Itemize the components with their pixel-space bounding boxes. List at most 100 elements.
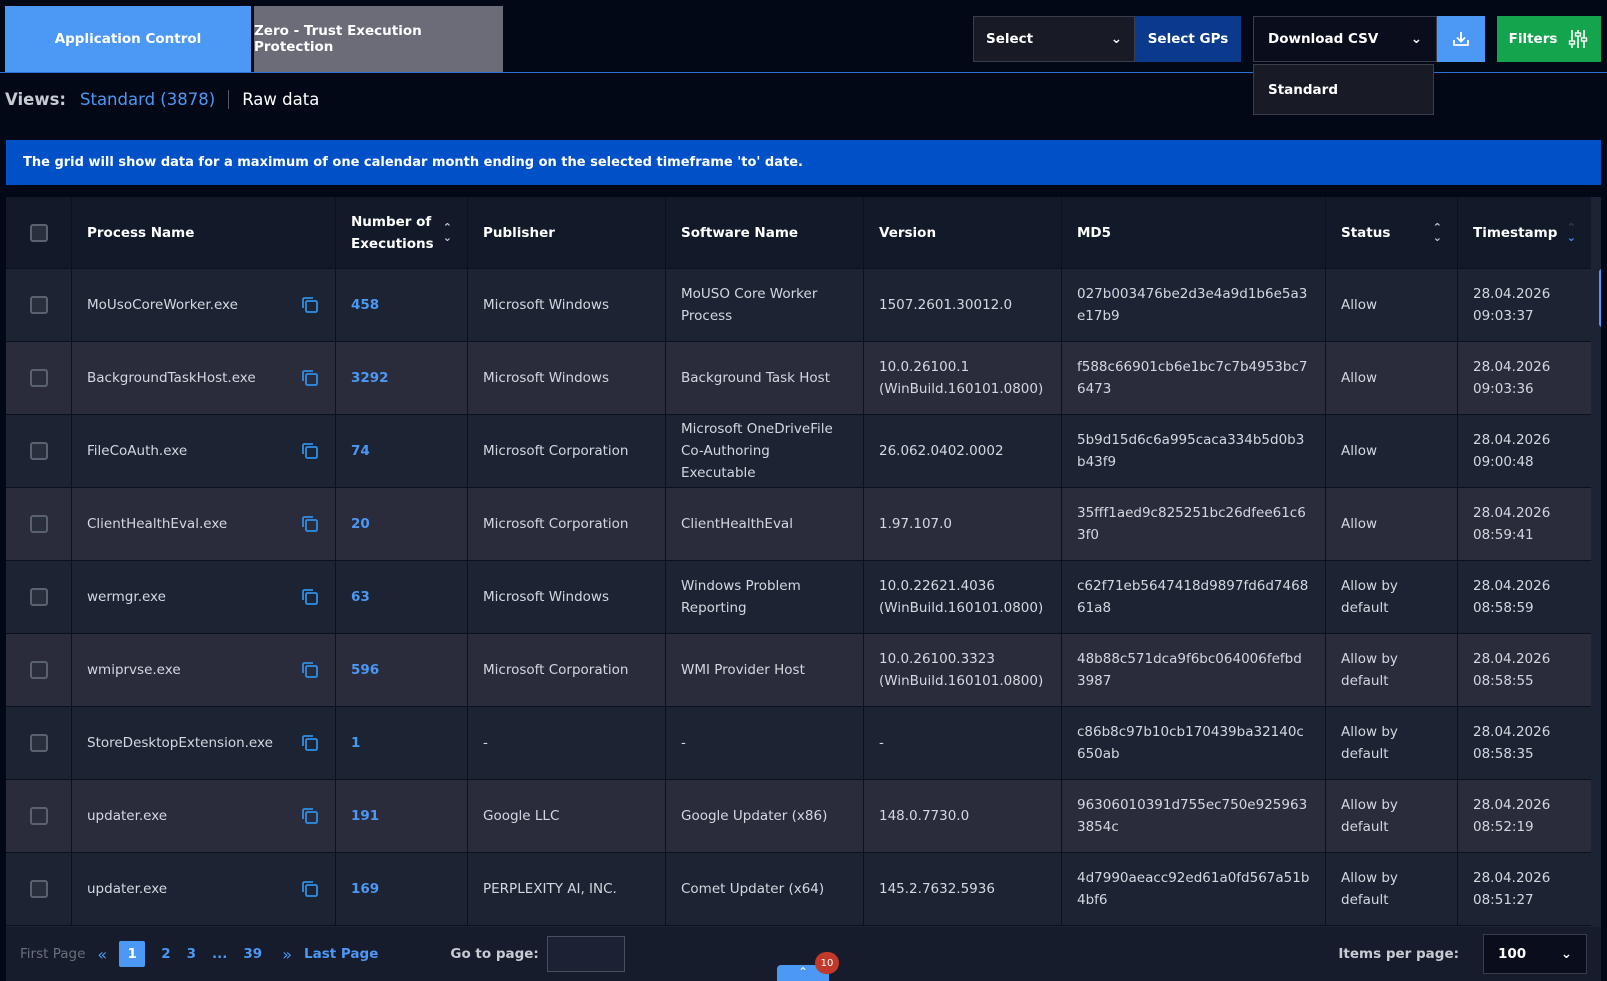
executions-link[interactable]: 191 bbox=[351, 805, 379, 827]
software-name-cell: - bbox=[666, 707, 864, 779]
table-row[interactable]: updater.exe 191 Google LLC Google Updater (… bbox=[6, 780, 1591, 853]
timestamp-cell: 28.04.2026 09:00:48 bbox=[1473, 432, 1551, 470]
copy-icon[interactable] bbox=[300, 295, 320, 315]
executions-link[interactable]: 458 bbox=[351, 294, 379, 316]
table-row[interactable]: ClientHealthEval.exe 20 Microsoft Corporat… bbox=[6, 488, 1591, 561]
download-button[interactable] bbox=[1437, 16, 1485, 62]
status-cell: Allow bbox=[1326, 342, 1458, 414]
row-checkbox[interactable] bbox=[29, 369, 48, 387]
first-page-link[interactable]: First Page bbox=[20, 946, 85, 962]
process-name: FileCoAuth.exe bbox=[87, 443, 188, 459]
row-checkbox[interactable] bbox=[29, 515, 48, 533]
publisher-cell: Microsoft Corporation bbox=[468, 488, 666, 560]
copy-icon[interactable] bbox=[300, 660, 320, 680]
executions-link[interactable]: 74 bbox=[351, 440, 370, 462]
page-ellipsis: ... bbox=[212, 946, 228, 962]
executions-link[interactable]: 1 bbox=[351, 732, 360, 754]
status-cell: Allow by default bbox=[1326, 853, 1458, 925]
table-row[interactable]: updater.exe 169 PERPLEXITY AI, INC. Comet U… bbox=[6, 853, 1591, 926]
process-name-cell: updater.exe bbox=[72, 853, 336, 925]
process-name-cell: FileCoAuth.exe bbox=[72, 415, 336, 487]
tab-zero-trust[interactable]: Zero - Trust Execution Protection bbox=[254, 6, 503, 72]
copy-icon[interactable] bbox=[300, 733, 320, 753]
process-name-cell: updater.exe bbox=[72, 780, 336, 852]
timestamp-cell: 28.04.2026 08:58:35 bbox=[1473, 724, 1551, 762]
row-select-cell bbox=[6, 561, 72, 633]
executions-cell: 596 bbox=[336, 634, 468, 706]
filters-label: Filters bbox=[1508, 31, 1558, 47]
row-checkbox[interactable] bbox=[29, 661, 48, 679]
select-dropdown-label: Select bbox=[986, 31, 1034, 47]
status-cell: Allow bbox=[1326, 269, 1458, 341]
software-name-cell: Comet Updater (x64) bbox=[666, 853, 864, 925]
csv-dropdown-option-standard[interactable]: Standard bbox=[1253, 64, 1434, 115]
download-csv-select[interactable]: Download CSV ⌄ bbox=[1253, 16, 1437, 62]
status-cell: Allow by default bbox=[1326, 780, 1458, 852]
row-checkbox[interactable] bbox=[29, 807, 48, 825]
row-checkbox[interactable] bbox=[29, 734, 48, 752]
status-cell: Allow by default bbox=[1326, 561, 1458, 633]
executions-link[interactable]: 20 bbox=[351, 513, 370, 535]
select-dropdown[interactable]: Select ⌄ bbox=[973, 16, 1135, 62]
page-2[interactable]: 2 bbox=[161, 946, 170, 962]
view-standard[interactable]: Standard (3878) bbox=[80, 89, 230, 109]
goto-page-label: Go to page: bbox=[450, 946, 539, 962]
data-grid: Process Name Number of Executions ⌃ ⌄ Pub… bbox=[6, 197, 1601, 927]
table-row[interactable]: wmiprvse.exe 596 Microsoft Corporation WMI … bbox=[6, 634, 1591, 707]
scrollbar-thumb[interactable] bbox=[1599, 269, 1601, 327]
row-checkbox[interactable] bbox=[29, 296, 48, 314]
row-checkbox[interactable] bbox=[29, 442, 48, 460]
copy-icon[interactable] bbox=[300, 806, 320, 826]
timestamp-cell: 28.04.2026 08:58:55 bbox=[1473, 651, 1551, 689]
copy-icon[interactable] bbox=[300, 368, 320, 388]
executions-link[interactable]: 596 bbox=[351, 659, 379, 681]
executions-link[interactable]: 63 bbox=[351, 586, 370, 608]
software-name-cell: Windows Problem Reporting bbox=[666, 561, 864, 633]
copy-icon[interactable] bbox=[300, 514, 320, 534]
executions-cell: 191 bbox=[336, 780, 468, 852]
download-icon bbox=[1453, 32, 1469, 46]
notification-badge: 10 bbox=[815, 952, 839, 974]
table-row[interactable]: FileCoAuth.exe 74 Microsoft Corporation Mic… bbox=[6, 415, 1591, 488]
select-gps-button[interactable]: Select GPs bbox=[1135, 16, 1241, 62]
table-row[interactable]: MoUsoCoreWorker.exe 458 Microsoft Windows M… bbox=[6, 269, 1591, 342]
items-per-page-select[interactable]: 100 ⌄ bbox=[1483, 934, 1587, 974]
views-switcher: Views: Standard (3878) Raw data bbox=[5, 86, 319, 112]
row-checkbox[interactable] bbox=[29, 880, 48, 898]
filters-button[interactable]: Filters bbox=[1497, 16, 1601, 62]
tab-application-control[interactable]: Application Control bbox=[5, 6, 251, 72]
grid-scrollbar[interactable] bbox=[1597, 269, 1601, 927]
sort-icon: ⌃ ⌄ bbox=[442, 220, 452, 244]
row-checkbox[interactable] bbox=[29, 588, 48, 606]
header-status[interactable]: Status ⌃ ⌄ bbox=[1326, 197, 1458, 268]
header-md5[interactable]: MD5 bbox=[1062, 197, 1326, 268]
table-row[interactable]: StoreDesktopExtension.exe 1- - - c86b8c97b10… bbox=[6, 707, 1591, 780]
chevron-up-icon: ⌃ bbox=[797, 965, 809, 979]
table-row[interactable]: BackgroundTaskHost.exe 3292 Microsoft Wind… bbox=[6, 342, 1591, 415]
executions-link[interactable]: 169 bbox=[351, 878, 379, 900]
prev-pages-icon[interactable]: « bbox=[97, 945, 107, 964]
publisher-cell: Microsoft Windows bbox=[468, 269, 666, 341]
page-39[interactable]: 39 bbox=[243, 946, 262, 962]
header-process-name[interactable]: Process Name bbox=[72, 197, 336, 268]
timestamp-cell: 28.04.2026 09:03:37 bbox=[1473, 286, 1551, 324]
last-page-link[interactable]: Last Page bbox=[304, 946, 378, 962]
page-1[interactable]: 1 bbox=[119, 941, 146, 967]
header-software-name[interactable]: Software Name bbox=[666, 197, 864, 268]
view-raw-data[interactable]: Raw data bbox=[242, 90, 319, 109]
page-3[interactable]: 3 bbox=[187, 946, 196, 962]
select-all-checkbox[interactable] bbox=[29, 223, 48, 242]
executions-link[interactable]: 3292 bbox=[351, 367, 389, 389]
header-timestamp[interactable]: Timestamp ⌃ ⌄ bbox=[1458, 197, 1591, 268]
header-version[interactable]: Version bbox=[864, 197, 1062, 268]
copy-icon[interactable] bbox=[300, 587, 320, 607]
next-pages-icon[interactable]: » bbox=[282, 945, 292, 964]
goto-page-input[interactable] bbox=[546, 936, 625, 972]
copy-icon[interactable] bbox=[300, 879, 320, 899]
copy-icon[interactable] bbox=[300, 441, 320, 461]
md5-cell: c86b8c97b10cb170439ba32140c650ab bbox=[1062, 707, 1326, 779]
header-publisher[interactable]: Publisher bbox=[468, 197, 666, 268]
header-executions[interactable]: Number of Executions ⌃ ⌄ bbox=[336, 197, 468, 268]
table-row[interactable]: wermgr.exe 63 Microsoft Windows Windows Pro… bbox=[6, 561, 1591, 634]
row-select-cell bbox=[6, 415, 72, 487]
